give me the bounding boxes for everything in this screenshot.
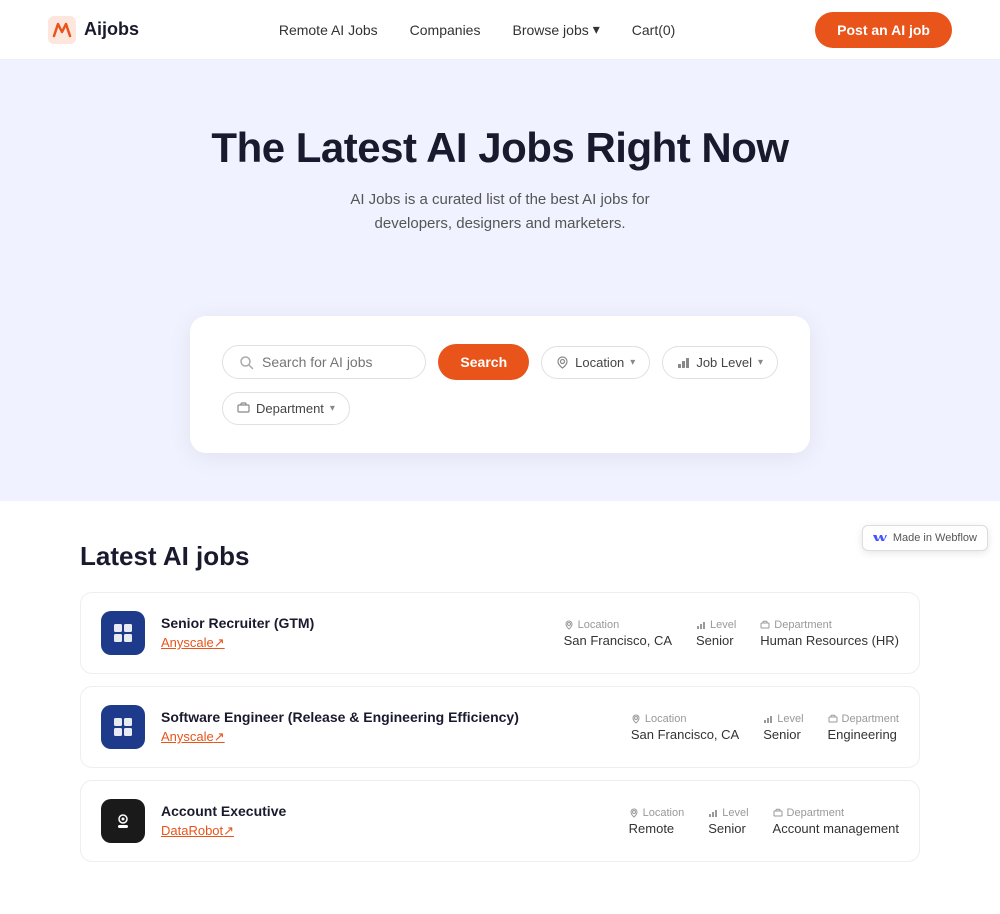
job-left: Senior Recruiter (GTM) Anyscale↗ [101, 611, 314, 655]
nav-links: Remote AI Jobs Companies Browse jobs ▾ C… [279, 21, 676, 38]
webflow-badge: Made in Webflow [862, 525, 988, 551]
job-level-value: Senior [708, 821, 748, 836]
job-department-value: Human Resources (HR) [760, 633, 899, 648]
webflow-logo-icon [873, 531, 887, 545]
job-title: Senior Recruiter (GTM) [161, 615, 314, 631]
nav-remote-ai-jobs[interactable]: Remote AI Jobs [279, 22, 378, 38]
job-location: Location San Francisco, CA [564, 619, 672, 648]
level-icon [763, 714, 773, 724]
job-title: Account Executive [161, 803, 286, 819]
hero-heading: The Latest AI Jobs Right Now [48, 124, 952, 172]
logo-text: Aijobs [84, 19, 139, 40]
chevron-down-icon: ▾ [758, 357, 763, 368]
job-company[interactable]: DataRobot↗ [161, 823, 286, 839]
jobs-heading: Latest AI jobs [80, 541, 920, 572]
hero-section: The Latest AI Jobs Right Now AI Jobs is … [0, 60, 1000, 316]
company-logo [101, 705, 145, 749]
department-filter[interactable]: Department ▾ [222, 392, 350, 425]
nav-companies[interactable]: Companies [410, 22, 481, 38]
job-meta: Location San Francisco, CA Level Senior … [631, 713, 899, 742]
search-section: Search Location ▾ Job Level ▾ [0, 316, 1000, 501]
location-filter[interactable]: Location ▾ [541, 346, 650, 379]
search-row: Search Location ▾ Job Level ▾ [222, 344, 778, 425]
table-row: Senior Recruiter (GTM) Anyscale↗ Locatio… [80, 592, 920, 674]
table-row: Account Executive DataRobot↗ Location Re… [80, 780, 920, 862]
logo-icon [48, 16, 76, 44]
search-input[interactable] [262, 354, 409, 370]
job-company[interactable]: Anyscale↗ [161, 729, 519, 745]
search-icon [239, 355, 254, 370]
job-meta: Location Remote Level Senior Department … [629, 807, 899, 836]
logo[interactable]: Aijobs [48, 16, 139, 44]
department-icon [828, 714, 838, 724]
job-location-value: San Francisco, CA [631, 727, 739, 742]
job-location: Location Remote [629, 807, 685, 836]
job-department: Department Account management [773, 807, 899, 836]
level-icon [696, 620, 706, 630]
nav-browse-jobs[interactable]: Browse jobs ▾ [512, 21, 599, 38]
webflow-badge-label: Made in Webflow [893, 532, 977, 544]
chevron-down-icon: ▾ [593, 21, 600, 38]
navbar: Aijobs Remote AI Jobs Companies Browse j… [0, 0, 1000, 60]
hero-subtext: AI Jobs is a curated list of the best AI… [310, 188, 690, 236]
job-department-value: Engineering [828, 727, 899, 742]
department-icon [760, 620, 770, 630]
table-row: Software Engineer (Release & Engineering… [80, 686, 920, 768]
post-job-button[interactable]: Post an AI job [815, 12, 952, 48]
job-level-value: Senior [763, 727, 803, 742]
chevron-down-icon: ▾ [330, 403, 335, 414]
job-title: Software Engineer (Release & Engineering… [161, 709, 519, 725]
job-left: Account Executive DataRobot↗ [101, 799, 286, 843]
job-level: Level Senior [696, 619, 736, 648]
datarobot-logo-icon [110, 808, 136, 834]
job-location-value: Remote [629, 821, 685, 836]
job-department-value: Account management [773, 821, 899, 836]
level-filter[interactable]: Job Level ▾ [662, 346, 778, 379]
job-level-value: Senior [696, 633, 736, 648]
company-logo [101, 799, 145, 843]
level-icon [708, 808, 718, 818]
job-left: Software Engineer (Release & Engineering… [101, 705, 519, 749]
job-info: Senior Recruiter (GTM) Anyscale↗ [161, 615, 314, 651]
department-icon [237, 402, 250, 415]
job-department: Department Human Resources (HR) [760, 619, 899, 648]
job-location: Location San Francisco, CA [631, 713, 739, 742]
job-location-value: San Francisco, CA [564, 633, 672, 648]
cart-link[interactable]: Cart(0) [632, 22, 676, 38]
job-level: Level Senior [708, 807, 748, 836]
chevron-down-icon: ▾ [630, 357, 635, 368]
job-department: Department Engineering [828, 713, 899, 742]
job-meta: Location San Francisco, CA Level Senior … [564, 619, 899, 648]
location-icon [564, 620, 574, 630]
level-icon [677, 356, 690, 369]
job-info: Account Executive DataRobot↗ [161, 803, 286, 839]
job-company[interactable]: Anyscale↗ [161, 635, 314, 651]
job-level: Level Senior [763, 713, 803, 742]
location-icon [556, 356, 569, 369]
job-info: Software Engineer (Release & Engineering… [161, 709, 519, 745]
location-icon [629, 808, 639, 818]
search-card: Search Location ▾ Job Level ▾ [190, 316, 810, 453]
anyscale-logo-icon [110, 714, 136, 740]
search-button[interactable]: Search [438, 344, 529, 380]
anyscale-logo-icon [110, 620, 136, 646]
location-icon [631, 714, 641, 724]
department-icon [773, 808, 783, 818]
company-logo [101, 611, 145, 655]
search-input-wrap[interactable] [222, 345, 426, 379]
